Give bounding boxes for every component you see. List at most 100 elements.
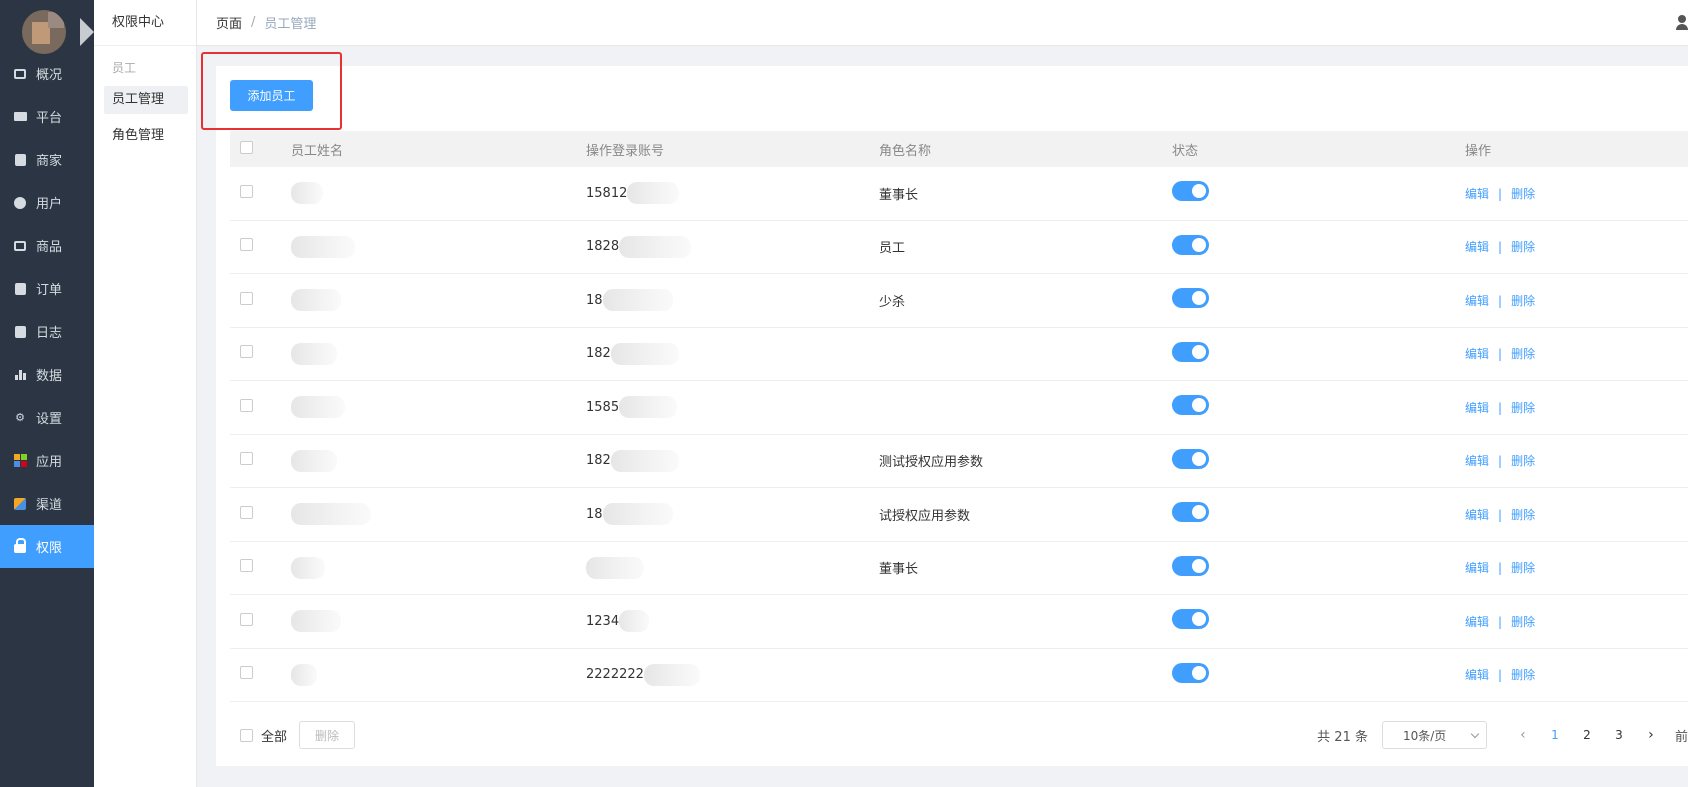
table-row: 董事长 编辑 | 删除 — [230, 542, 1688, 595]
row-checkbox[interactable] — [240, 505, 253, 519]
avatar[interactable] — [20, 6, 94, 58]
row-checkbox[interactable] — [240, 398, 253, 412]
delete-link[interactable]: 删除 — [1511, 561, 1535, 575]
row-role: 董事长 — [879, 187, 919, 203]
redacted-name — [291, 556, 325, 579]
nav-item-merchant[interactable]: 商家 — [0, 138, 94, 181]
select-all-checkbox[interactable] — [240, 140, 253, 154]
page-1[interactable]: 1 — [1542, 728, 1568, 742]
nav-item-user[interactable]: 用户 — [0, 181, 94, 224]
row-checkbox[interactable] — [240, 612, 253, 626]
edit-link[interactable]: 编辑 — [1465, 240, 1489, 254]
total-count: 共 21 条 — [1317, 729, 1368, 745]
subnav-item-roles[interactable]: 角色管理 — [104, 122, 188, 150]
nav-item-data[interactable]: 数据 — [0, 353, 94, 396]
status-toggle[interactable] — [1172, 448, 1209, 469]
redacted-name — [291, 235, 355, 258]
status-toggle[interactable] — [1172, 395, 1209, 416]
prev-page-icon[interactable]: ‹ — [1513, 727, 1533, 743]
op-separator: | — [1498, 240, 1503, 255]
delete-link[interactable]: 删除 — [1511, 668, 1535, 682]
redacted-account — [643, 663, 700, 686]
delete-link[interactable]: 删除 — [1511, 187, 1535, 201]
nav-item-label: 概况 — [36, 68, 63, 83]
nav-item-settings[interactable]: ⚙ 设置 — [0, 396, 94, 439]
delete-link[interactable]: 删除 — [1511, 240, 1535, 254]
edit-link[interactable]: 编辑 — [1465, 401, 1489, 415]
table-row: 15812 董事长 编辑 | 删除 — [230, 167, 1688, 221]
row-checkbox[interactable] — [240, 184, 253, 198]
row-account: 15812 — [586, 185, 628, 201]
page-size-select[interactable]: 10条/页 — [1381, 721, 1487, 749]
status-toggle[interactable] — [1172, 609, 1209, 630]
redacted-name — [291, 663, 317, 686]
edit-link[interactable]: 编辑 — [1465, 615, 1489, 629]
table-header: 员工姓名 操作登录账号 角色名称 状态 操作 — [230, 131, 1688, 167]
avatar-image — [22, 10, 66, 54]
op-separator: | — [1498, 186, 1503, 201]
nav-item-overview[interactable]: 概况 — [0, 52, 94, 95]
row-account: 18 — [586, 506, 603, 522]
footer-select-all-checkbox[interactable] — [240, 728, 253, 742]
edit-link[interactable]: 编辑 — [1465, 294, 1489, 308]
table-row: 1234 编辑 | 删除 — [230, 595, 1688, 649]
table-row: 182 测试授权应用参数 编辑 | 删除 — [230, 435, 1688, 488]
subnav-item-staff[interactable]: 员工管理 — [104, 86, 188, 114]
edit-link[interactable]: 编辑 — [1465, 454, 1489, 468]
row-checkbox[interactable] — [240, 238, 253, 252]
collapse-arrow-icon[interactable] — [80, 18, 94, 46]
nav-item-platform[interactable]: 平台 — [0, 95, 94, 138]
row-checkbox[interactable] — [240, 291, 253, 305]
nav-item-permission[interactable]: 权限 — [0, 525, 94, 568]
status-toggle[interactable] — [1172, 181, 1209, 202]
delete-link[interactable]: 删除 — [1511, 454, 1535, 468]
edit-link[interactable]: 编辑 — [1465, 347, 1489, 361]
nav-item-label: 应用 — [36, 455, 63, 470]
delete-link[interactable]: 删除 — [1511, 401, 1535, 415]
status-toggle[interactable] — [1172, 288, 1209, 309]
breadcrumb-root[interactable]: 页面 — [216, 13, 242, 32]
nav-item-log[interactable]: 日志 — [0, 310, 94, 353]
delete-link[interactable]: 删除 — [1511, 508, 1535, 522]
redacted-name — [291, 342, 337, 365]
edit-link[interactable]: 编辑 — [1465, 508, 1489, 522]
nav-item-label: 日志 — [36, 326, 63, 341]
status-toggle[interactable] — [1172, 555, 1209, 576]
row-checkbox[interactable] — [240, 452, 253, 466]
add-staff-button[interactable]: 添加员工 — [230, 80, 313, 111]
header-name: 员工姓名 — [291, 143, 344, 159]
status-toggle[interactable] — [1172, 341, 1209, 362]
edit-link[interactable]: 编辑 — [1465, 668, 1489, 682]
nav-item-label: 权限 — [36, 541, 63, 556]
table-row: 1828 员工 编辑 | 删除 — [230, 221, 1688, 274]
op-separator: | — [1498, 668, 1503, 683]
status-toggle[interactable] — [1172, 234, 1209, 255]
status-toggle[interactable] — [1172, 662, 1209, 683]
status-toggle[interactable] — [1172, 502, 1209, 523]
table-row: 2222222 编辑 | 删除 — [230, 649, 1688, 702]
nav-item-apps[interactable]: 应用 — [0, 439, 94, 482]
nav-item-goods[interactable]: 商品 — [0, 224, 94, 267]
next-page-icon[interactable]: › — [1641, 727, 1661, 743]
page-2[interactable]: 2 — [1574, 728, 1600, 742]
apps-grid-icon — [13, 454, 27, 468]
row-checkbox[interactable] — [240, 559, 253, 573]
batch-delete-button[interactable]: 删除 — [299, 721, 356, 749]
page-3[interactable]: 3 — [1606, 728, 1632, 742]
row-checkbox[interactable] — [240, 666, 253, 680]
user-icon — [13, 196, 27, 210]
row-checkbox[interactable] — [240, 345, 253, 359]
account-icon[interactable] — [1676, 15, 1688, 30]
op-separator: | — [1498, 561, 1503, 576]
op-separator: | — [1498, 454, 1503, 469]
nav-item-order[interactable]: 订单 — [0, 267, 94, 310]
delete-link[interactable]: 删除 — [1511, 615, 1535, 629]
edit-link[interactable]: 编辑 — [1465, 561, 1489, 575]
delete-link[interactable]: 删除 — [1511, 347, 1535, 361]
delete-link[interactable]: 删除 — [1511, 294, 1535, 308]
edit-link[interactable]: 编辑 — [1465, 187, 1489, 201]
redacted-account — [619, 235, 692, 258]
nav-item-label: 设置 — [36, 412, 63, 427]
header-status: 状态 — [1172, 143, 1199, 159]
nav-item-channel[interactable]: 渠道 — [0, 482, 94, 525]
